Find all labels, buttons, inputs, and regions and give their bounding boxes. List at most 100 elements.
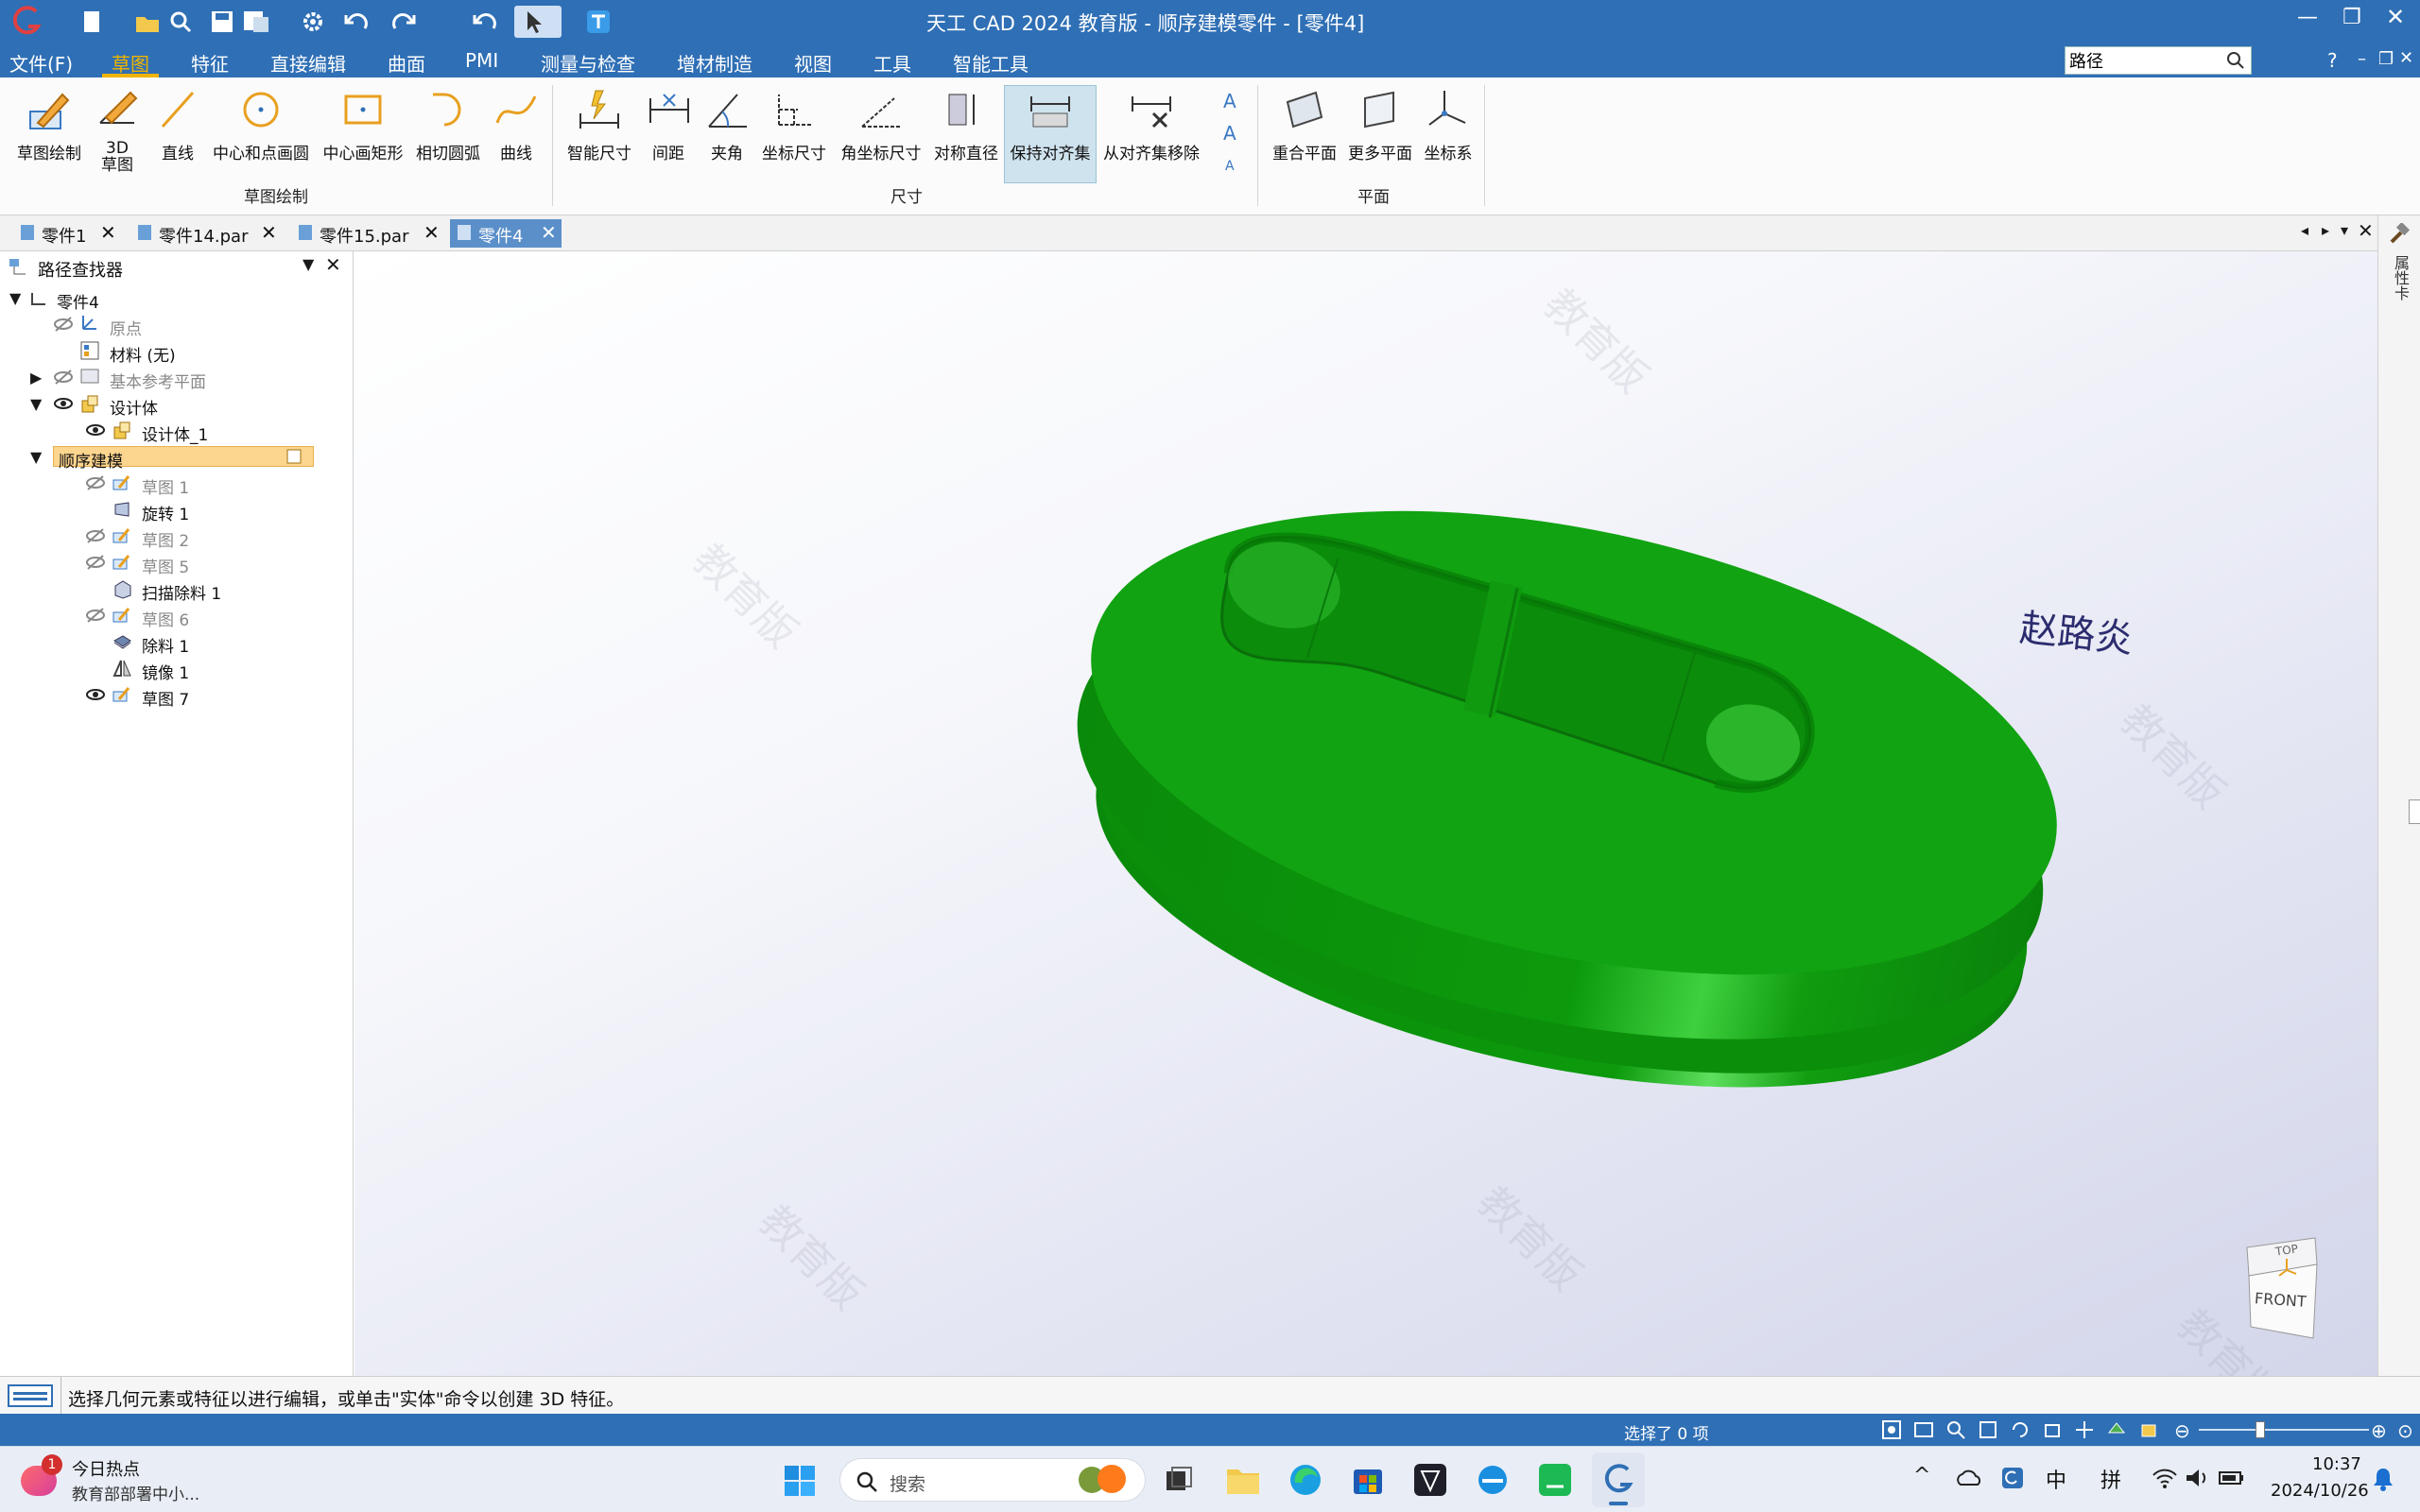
clock-time[interactable]: 10:37: [2312, 1454, 2361, 1474]
doc-restore-button[interactable]: ❐: [2378, 49, 2394, 69]
coincident-plane-button[interactable]: 重合平面: [1269, 85, 1340, 163]
zoom-area-icon[interactable]: [1913, 1419, 1934, 1440]
zoom-slider-thumb[interactable]: [2256, 1421, 2265, 1438]
view-cube[interactable]: TOP FRONT: [2241, 1236, 2355, 1349]
tree-item-design-body[interactable]: 设计体: [110, 395, 158, 419]
tree-item-design-body-1[interactable]: 设计体_1: [142, 421, 208, 445]
settings-gear-icon[interactable]: [301, 9, 325, 34]
coordinate-dimension-button[interactable]: 坐标尺寸: [758, 85, 830, 163]
center-rectangle-button[interactable]: 中心画矩形: [318, 85, 408, 163]
tray-overflow-icon[interactable]: ^: [1913, 1464, 1930, 1487]
center-point-circle-button[interactable]: 中心和点画圆: [210, 85, 312, 163]
tree-item-sweep-cut-1[interactable]: 扫描除料 1: [142, 580, 221, 604]
doc-minimize-button[interactable]: –: [2358, 49, 2366, 69]
expand-ordered-icon[interactable]: ▼: [30, 448, 42, 466]
tree-item-part4[interactable]: 零件4: [57, 289, 99, 313]
dark-app-icon[interactable]: [1412, 1462, 1448, 1498]
fit-view-icon[interactable]: [1881, 1419, 1902, 1440]
back-arrow-icon[interactable]: [471, 9, 499, 34]
save-as-icon[interactable]: [242, 9, 276, 34]
visible-eye-icon[interactable]: [53, 395, 74, 412]
tray-app-icon[interactable]: [2000, 1466, 2025, 1490]
tab-pmi[interactable]: PMI: [465, 49, 498, 72]
save-icon[interactable]: [210, 9, 234, 34]
tree-item-revolve-1[interactable]: 旋转 1: [142, 501, 189, 524]
tree-item-sketch-7[interactable]: 草图 7: [142, 686, 189, 710]
doc-tab-part1[interactable]: 零件1 ✕: [13, 219, 117, 248]
color-icon[interactable]: [2138, 1419, 2159, 1440]
tab-additive[interactable]: 增材制造: [677, 49, 752, 77]
onedrive-cloud-icon[interactable]: [1955, 1468, 1981, 1488]
microsoft-store-icon[interactable]: [1350, 1462, 1386, 1498]
ime-mode-indicator[interactable]: 拼: [2100, 1464, 2121, 1494]
tab-surface[interactable]: 曲面: [388, 49, 425, 77]
close-tab-icon[interactable]: ✕: [261, 221, 277, 244]
clock-date[interactable]: 2024/10/26: [2271, 1481, 2369, 1501]
expand-ref-planes-icon[interactable]: ▶: [30, 369, 42, 387]
doc-close-button[interactable]: ✕: [2399, 48, 2413, 68]
doc-tab-part15[interactable]: 零件15.par ✕: [291, 219, 441, 248]
pathfinder-dropdown-icon[interactable]: ▼: [302, 255, 314, 273]
text-tool-icon[interactable]: [586, 9, 611, 34]
smart-dimension-button[interactable]: 智能尺寸: [563, 85, 635, 163]
coordinate-system-button[interactable]: 坐标系: [1420, 85, 1477, 163]
cad-taskbar-button[interactable]: [1592, 1452, 1645, 1507]
tree-item-mirror-1[interactable]: 镜像 1: [142, 660, 189, 683]
tree-item-ordered-modeling[interactable]: 顺序建模: [59, 448, 123, 472]
ie-browser-icon[interactable]: [1475, 1462, 1511, 1498]
battery-icon[interactable]: [2218, 1466, 2246, 1490]
edge-browser-icon[interactable]: [1288, 1462, 1323, 1498]
file-menu[interactable]: 文件(F): [9, 49, 73, 77]
green-app-icon[interactable]: [1537, 1462, 1573, 1498]
ime-language-indicator[interactable]: 中: [2046, 1464, 2066, 1494]
hidden-eye-icon[interactable]: [85, 554, 106, 571]
expand-design-body-icon[interactable]: ▼: [30, 395, 42, 413]
app-logo-icon[interactable]: [9, 4, 43, 38]
hammer-icon[interactable]: [2388, 223, 2411, 246]
restore-button[interactable]: ❐: [2342, 6, 2361, 29]
expand-part-icon[interactable]: ▼: [9, 289, 21, 307]
command-search-box[interactable]: [2065, 46, 2252, 75]
news-subtitle[interactable]: 教育部部署中小...: [72, 1481, 199, 1504]
volume-icon[interactable]: [2184, 1466, 2210, 1490]
select-tool-button[interactable]: [514, 6, 562, 38]
start-windows-icon[interactable]: [783, 1464, 817, 1498]
open-file-icon[interactable]: [134, 9, 161, 34]
tab-smart-tools[interactable]: 智能工具: [953, 49, 1028, 77]
close-tab-icon[interactable]: ✕: [100, 221, 116, 244]
angular-coordinate-button[interactable]: 角坐标尺寸: [836, 85, 926, 163]
help-button[interactable]: ?: [2327, 49, 2338, 72]
task-view-icon[interactable]: [1163, 1464, 1195, 1496]
zoom-icon[interactable]: [1945, 1419, 1966, 1440]
close-tab-icon[interactable]: ✕: [541, 221, 557, 244]
properties-tab[interactable]: 属性卡: [2390, 255, 2410, 301]
command-search-input[interactable]: [2069, 49, 2221, 72]
tab-tools[interactable]: 工具: [873, 49, 911, 77]
doc-tab-part14[interactable]: 零件14.par ✕: [130, 219, 280, 248]
news-title[interactable]: 今日热点: [72, 1456, 140, 1481]
tree-item-sketch-2[interactable]: 草图 2: [142, 527, 189, 551]
visible-eye-icon[interactable]: [85, 421, 106, 438]
hidden-eye-icon[interactable]: [85, 607, 106, 624]
minimize-button[interactable]: —: [2297, 6, 2318, 29]
tree-item-sketch-1[interactable]: 草图 1: [142, 474, 189, 498]
undo-icon[interactable]: [342, 9, 371, 34]
tab-view[interactable]: 视图: [794, 49, 832, 77]
pan-icon[interactable]: [1978, 1419, 1998, 1440]
keep-aligned-set-button[interactable]: 保持对齐集: [1004, 85, 1097, 163]
line-button[interactable]: 直线: [153, 85, 202, 163]
tab-sketch[interactable]: 草图: [112, 49, 149, 77]
tab-scroll-right-icon[interactable]: ▸: [2322, 221, 2329, 239]
zoom-in-button[interactable]: ⊕: [2371, 1419, 2387, 1442]
display-style-icon[interactable]: [2106, 1419, 2127, 1440]
sketch-draw-button[interactable]: 草图绘制: [8, 85, 91, 163]
3d-sketch-button[interactable]: 3D 草图: [91, 85, 144, 174]
tab-feature[interactable]: 特征: [191, 49, 229, 77]
zoom-slider-track[interactable]: [2199, 1429, 2369, 1431]
hidden-eye-icon[interactable]: [85, 474, 106, 491]
redo-icon[interactable]: [389, 9, 418, 34]
tab-list-icon[interactable]: ▾: [2341, 221, 2348, 239]
3d-viewport[interactable]: 教育版 教育版 教育版 教育版 教育版 教育版 赵路炎 TOP FRONT: [354, 251, 2377, 1423]
notification-bell-icon[interactable]: [2371, 1466, 2395, 1492]
prompt-bar-icon[interactable]: [8, 1384, 53, 1407]
